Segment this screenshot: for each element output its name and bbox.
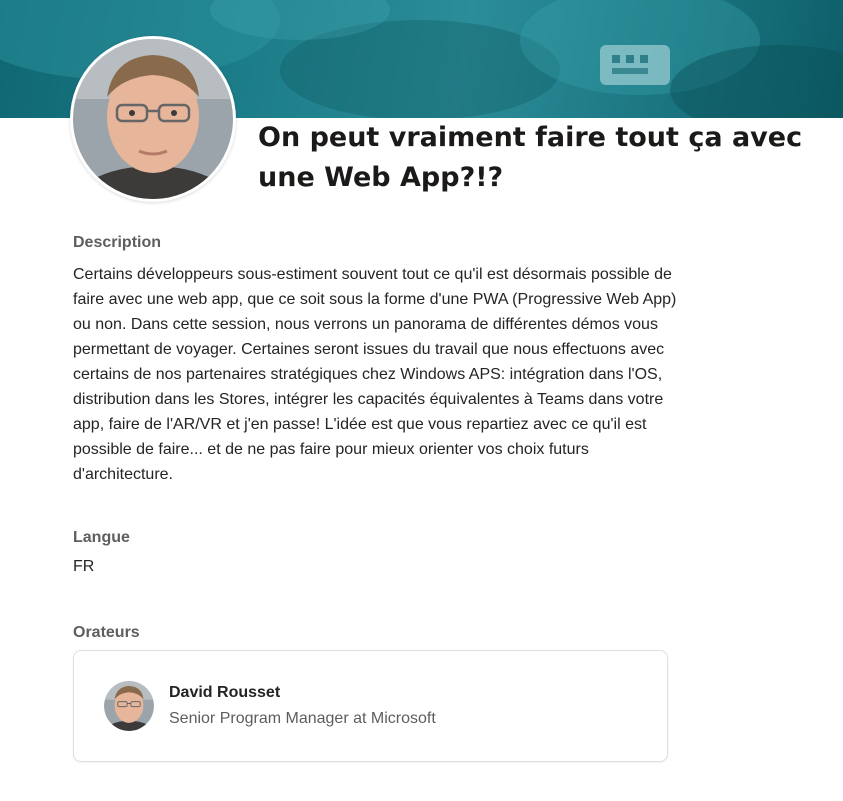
description-text: Certains développeurs sous-estiment souv… [73,266,677,483]
speaker-avatar [104,681,154,731]
speaker-role: Senior Program Manager at Microsoft [169,710,436,727]
speaker-photo-large [70,36,236,202]
language-value: FR [73,558,95,575]
description-label: Description [73,234,162,251]
language-label: Langue [73,529,130,546]
speakers-label: Orateurs [73,624,140,641]
session-title: On peut vraiment faire tout ça avec une … [258,122,803,193]
speaker-card[interactable]: David Rousset Senior Program Manager at … [73,650,668,762]
speaker-name[interactable]: David Rousset [169,684,280,702]
